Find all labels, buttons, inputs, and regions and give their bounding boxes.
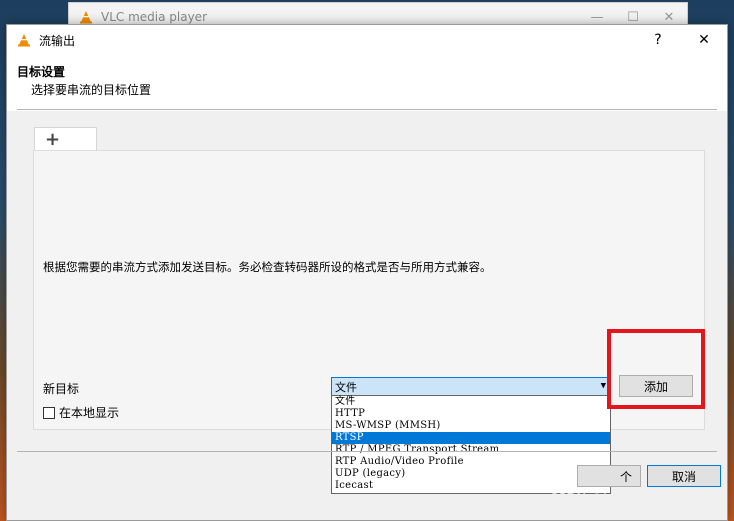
page-subheading: 选择要串流的目标位置 (31, 83, 152, 97)
list-item[interactable]: MS-WMSP (MMSH) (332, 420, 610, 432)
local-display-checkbox[interactable]: 在本地显示 (43, 404, 119, 421)
dialog-title: 流输出 (39, 33, 76, 48)
list-item-selected[interactable]: RTSP (332, 432, 610, 444)
tab-add-destination[interactable]: + (34, 127, 97, 151)
header-divider (17, 109, 717, 110)
chevron-down-icon[interactable]: ▼ (601, 381, 606, 391)
highlight-annotation-box (607, 329, 705, 409)
vlc-window-title: VLC media player (101, 10, 208, 24)
list-item[interactable]: RTP / MPEG Transport Stream (332, 444, 610, 456)
vlc-cone-icon (17, 33, 31, 47)
next-button[interactable]: 个 (577, 465, 641, 487)
plus-icon: + (45, 128, 61, 150)
dialog-header: 目标设置 选择要串流的目标位置 (7, 55, 727, 111)
list-item[interactable]: HTTP (332, 408, 610, 420)
local-display-label: 在本地显示 (59, 406, 120, 420)
new-target-label: 新目标 (43, 382, 80, 396)
list-item[interactable]: RTP Audio/Video Profile (332, 456, 610, 468)
info-text: 根据您需要的串流方式添加发送目标。务必检查转码器所设的格式是否与所用方式兼容。 (43, 260, 492, 274)
vlc-cone-icon (79, 10, 93, 24)
stream-output-dialog: 流输出 ? ✕ 目标设置 选择要串流的目标位置 + 根据您需要的串流方式添加发送… (6, 24, 728, 521)
page-heading: 目标设置 (17, 65, 66, 79)
close-button[interactable]: ✕ (681, 25, 727, 55)
checkbox-box[interactable] (43, 406, 55, 419)
list-item[interactable]: UDP (legacy) (332, 468, 610, 480)
watermark: CSDN @huangleilsme (549, 492, 691, 507)
destination-panel: 根据您需要的串流方式添加发送目标。务必检查转码器所设的格式是否与所用方式兼容。 … (33, 150, 705, 494)
dialog-title-buttons: ? ✕ (635, 25, 727, 55)
cancel-button[interactable]: 取消 (647, 465, 721, 487)
dialog-titlebar: 流输出 (7, 25, 727, 55)
target-dropdown-list: 文件 HTTP MS-WMSP (MMSH) RTSP RTP / MPEG T… (331, 395, 611, 494)
list-item[interactable]: Icecast (332, 480, 610, 492)
help-button[interactable]: ? (635, 25, 681, 55)
footer-divider (17, 451, 717, 452)
target-select-value: 文件 (335, 380, 357, 394)
list-item[interactable]: 文件 (332, 396, 610, 408)
target-select[interactable]: 文件 ▼ (331, 377, 611, 396)
